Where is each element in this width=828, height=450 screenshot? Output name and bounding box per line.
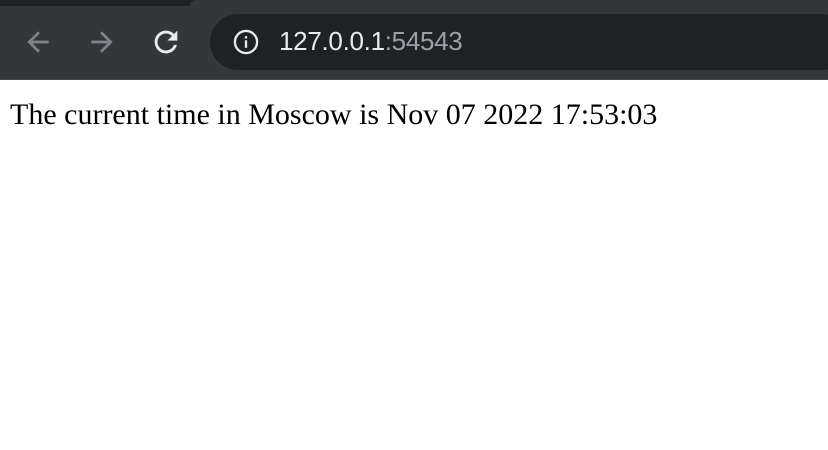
url-port: :54543 [384, 26, 463, 56]
reload-icon [154, 30, 178, 54]
active-tab[interactable] [190, 0, 828, 6]
tab-strip [0, 0, 828, 6]
current-time-text: The current time in Moscow is Nov 07 202… [10, 98, 658, 131]
address-bar[interactable]: 127.0.0.1:54543 [210, 14, 828, 70]
url-host: 127.0.0.1 [279, 26, 385, 56]
arrow-right-icon [91, 31, 113, 53]
reload-button[interactable] [146, 22, 186, 62]
back-button[interactable] [18, 22, 58, 62]
forward-button[interactable] [82, 22, 122, 62]
info-circle-icon [233, 29, 259, 55]
page-content: The current time in Moscow is Nov 07 202… [0, 80, 828, 450]
arrow-left-icon [27, 31, 49, 53]
browser-toolbar: 127.0.0.1:54543 [0, 0, 828, 80]
url-text[interactable]: 127.0.0.1:54543 [279, 25, 463, 57]
site-info-button[interactable] [232, 28, 260, 56]
